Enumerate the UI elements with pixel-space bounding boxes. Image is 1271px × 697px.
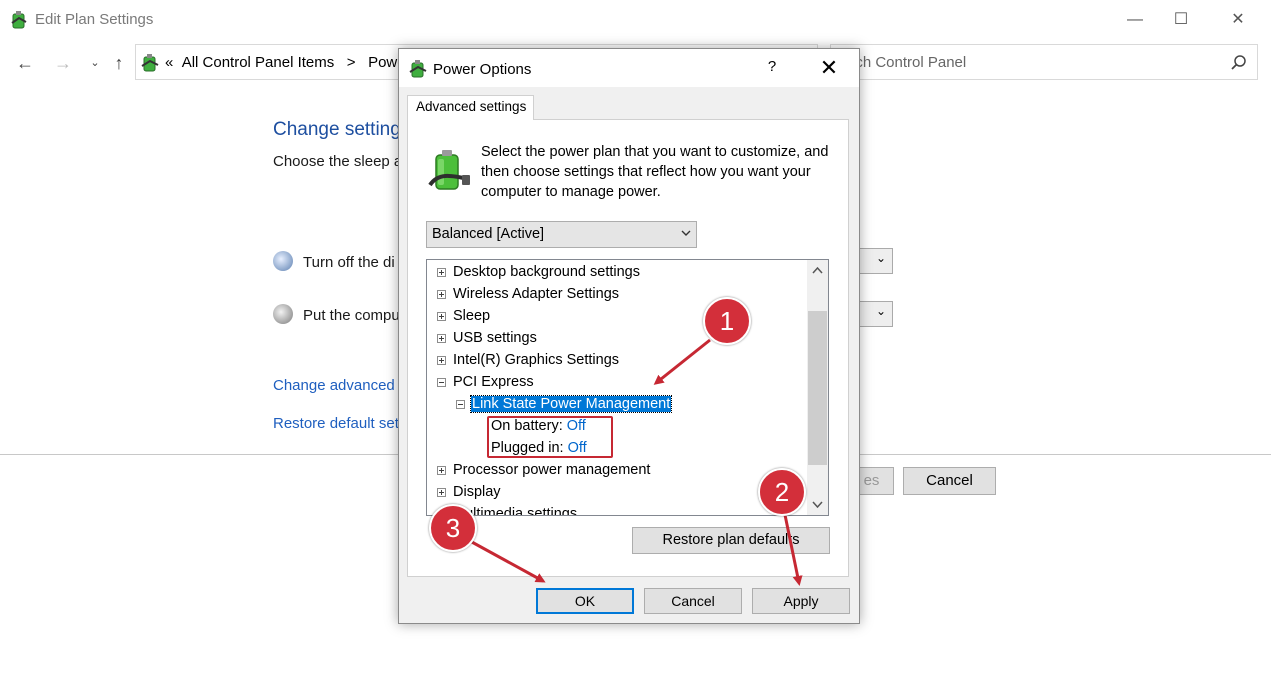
ok-button[interactable]: OK [536, 588, 634, 614]
tree-item-usb-settings[interactable]: USB settings [436, 327, 537, 349]
put-computer-sleep-label: Put the compu [303, 307, 400, 324]
tree-item-processor-power[interactable]: Processor power management [436, 459, 650, 481]
tree-item-pci-express[interactable]: PCI Express [436, 371, 534, 393]
tree-item-label: Wireless Adapter Settings [453, 286, 620, 302]
maximize-button[interactable]: ☐ [1158, 6, 1204, 34]
tree-item-label: PCI Express [453, 374, 534, 390]
tree-item-wireless-adapter[interactable]: Wireless Adapter Settings [436, 283, 619, 305]
cancel-button[interactable]: Cancel [903, 467, 996, 495]
restore-plan-defaults-button[interactable]: Restore plan defaults [632, 527, 830, 554]
tab-advanced-settings[interactable]: Advanced settings [407, 95, 534, 120]
tree-item-display[interactable]: Display [436, 481, 501, 503]
collapse-minus-icon[interactable] [456, 400, 465, 409]
breadcrumb-separator: > [346, 54, 356, 71]
tree-item-link-state-power-management[interactable]: Link State Power Management [455, 393, 673, 415]
breadcrumb-all-items[interactable]: All Control Panel Items [182, 54, 335, 71]
window-titlebar [0, 0, 1271, 40]
back-arrow-icon[interactable]: ← [13, 50, 37, 76]
apply-button[interactable]: Apply [752, 588, 850, 614]
collapse-minus-icon[interactable] [437, 378, 446, 387]
tree-item-intel-graphics[interactable]: Intel(R) Graphics Settings [436, 349, 619, 371]
turn-off-display-label: Turn off the di [303, 254, 395, 271]
power-options-icon [408, 57, 428, 79]
expand-plus-icon[interactable] [437, 312, 446, 321]
battery-plug-icon [428, 145, 472, 193]
forward-arrow-icon[interactable]: → [51, 50, 75, 76]
dialog-title: Power Options [433, 61, 532, 78]
expand-plus-icon[interactable] [437, 290, 446, 299]
turn-off-display-dropdown[interactable]: ⌄ [859, 248, 893, 274]
expand-plus-icon[interactable] [437, 488, 446, 497]
tree-item-sleep[interactable]: Sleep [436, 305, 490, 327]
power-plan-dropdown[interactable]: Balanced [Active] [426, 221, 697, 248]
scroll-down-icon[interactable] [808, 496, 827, 513]
minimize-button[interactable]: — [1112, 6, 1158, 34]
expand-plus-icon[interactable] [437, 356, 446, 365]
intro-text: Select the power plan that you want to c… [481, 144, 829, 200]
scroll-up-icon[interactable] [808, 261, 827, 278]
search-icon[interactable] [1230, 54, 1248, 72]
sleep-dropdown[interactable]: ⌄ [859, 301, 893, 327]
moon-sleep-icon [273, 304, 293, 324]
breadcrumb[interactable]: « All Control Panel Items > Power [165, 54, 411, 71]
tree-item-label: USB settings [453, 330, 537, 346]
page-title: Change setting [273, 119, 401, 140]
tree-item-label-selected: Link State Power Management [469, 395, 673, 413]
change-advanced-settings-link[interactable]: Change advanced p [273, 377, 407, 394]
power-options-app-icon [10, 9, 28, 29]
tree-item-label: Intel(R) Graphics Settings [453, 352, 620, 368]
highlight-box [487, 416, 613, 458]
step-badge-3: 3 [429, 504, 477, 552]
dialog-cancel-button[interactable]: Cancel [644, 588, 742, 614]
tree-item-label: Desktop background settings [453, 264, 640, 280]
close-window-button[interactable]: ✕ [1215, 6, 1261, 34]
monitor-clock-icon [273, 251, 293, 271]
expand-plus-icon[interactable] [437, 334, 446, 343]
window-title: Edit Plan Settings [35, 11, 154, 28]
step-badge-1: 1 [703, 297, 751, 345]
tree-item-label: Processor power management [453, 462, 651, 478]
control-panel-icon [140, 51, 160, 73]
search-input[interactable]: arch Control Panel [842, 54, 966, 71]
help-button[interactable]: ? [762, 58, 782, 78]
tree-item-label: Display [453, 484, 501, 500]
breadcrumb-overflow[interactable]: « [165, 54, 173, 71]
scroll-thumb[interactable] [808, 311, 827, 465]
up-arrow-icon[interactable]: ↑ [107, 50, 131, 76]
restore-default-settings-link[interactable]: Restore default set [273, 415, 399, 432]
step-badge-2: 2 [758, 468, 806, 516]
page-subtitle: Choose the sleep a [273, 153, 403, 170]
recent-locations-chevron-icon[interactable]: ⌄ [83, 50, 107, 76]
dialog-close-button[interactable]: ✕ [813, 52, 845, 84]
chevron-down-icon[interactable] [679, 226, 693, 240]
expand-plus-icon[interactable] [437, 466, 446, 475]
expand-plus-icon[interactable] [437, 268, 446, 277]
tree-item-label: Sleep [453, 308, 491, 324]
tree-item-desktop-background[interactable]: Desktop background settings [436, 261, 640, 283]
